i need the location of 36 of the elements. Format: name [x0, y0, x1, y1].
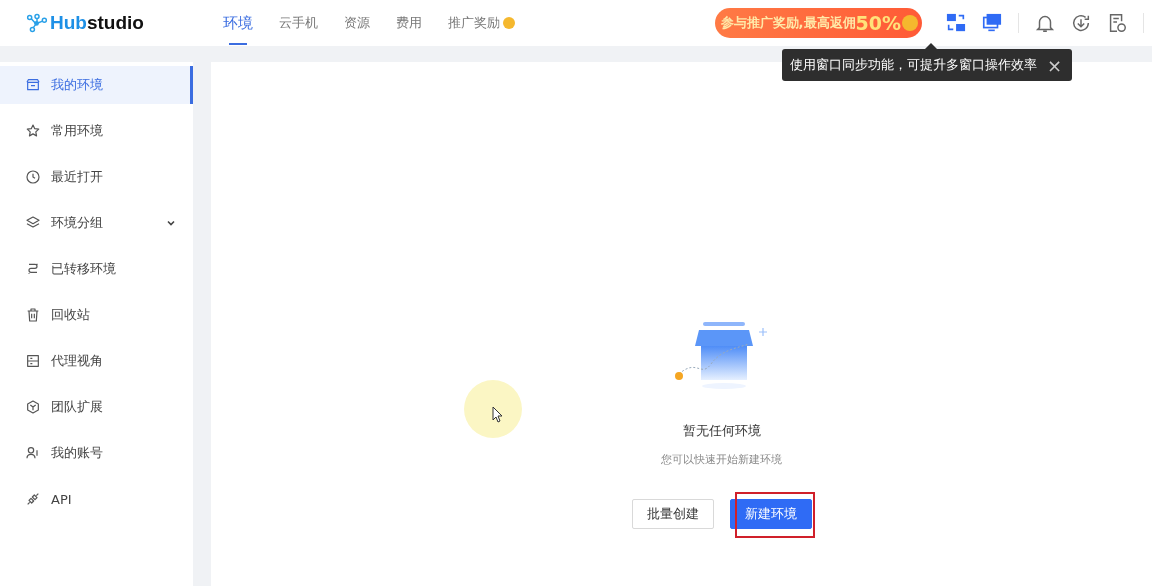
sidebar-item[interactable]: 我的账号 — [0, 434, 193, 472]
sidebar-item[interactable]: 我的环境 — [0, 66, 193, 104]
cursor-icon — [492, 406, 504, 424]
window-sync-icon[interactable] — [945, 12, 967, 34]
sidebar-item[interactable]: 团队扩展 — [0, 388, 193, 426]
monitor-icon[interactable] — [981, 12, 1003, 34]
nav-tab[interactable]: 资源 — [335, 0, 379, 46]
sidebar-item[interactable]: 最近打开 — [0, 158, 193, 196]
tooltip-text: 使用窗口同步功能，可提升多窗口操作效率 — [790, 56, 1037, 74]
nav-tab[interactable]: 推广奖励 — [439, 0, 524, 46]
empty-subtitle: 您可以快速开始新建环境 — [661, 452, 782, 467]
sidebar-item[interactable]: 环境分组 — [0, 204, 193, 242]
nav-tab[interactable]: 环境 — [214, 0, 262, 46]
sidebar-item[interactable]: API — [0, 480, 193, 518]
nav-tab[interactable]: 云手机 — [270, 0, 327, 46]
store-icon — [25, 77, 41, 93]
sidebar-item[interactable]: 回收站 — [0, 296, 193, 334]
logo-text: Hubstudio — [50, 12, 144, 34]
star-icon — [25, 123, 41, 139]
user-icon — [25, 445, 41, 461]
new-environment-button[interactable]: 新建环境 — [729, 499, 812, 529]
download-icon[interactable] — [1070, 12, 1092, 34]
sidebar-item[interactable]: 已转移环境 — [0, 250, 193, 288]
close-button[interactable]: × — [1045, 54, 1065, 76]
sidebar-item[interactable]: 常用环境 — [0, 112, 193, 150]
logo-icon — [26, 12, 48, 34]
empty-title: 暂无任何环境 — [682, 422, 761, 440]
panel-icon — [25, 353, 41, 369]
sidebar-item[interactable]: 代理视角 — [0, 342, 193, 380]
batch-create-button[interactable]: 批量创建 — [631, 499, 714, 529]
trash-icon — [25, 307, 41, 323]
nav-tab[interactable]: 费用 — [387, 0, 431, 46]
clock-icon — [25, 169, 41, 185]
transfer-icon — [25, 261, 41, 277]
cube-icon — [25, 399, 41, 415]
plug-icon — [25, 491, 41, 507]
